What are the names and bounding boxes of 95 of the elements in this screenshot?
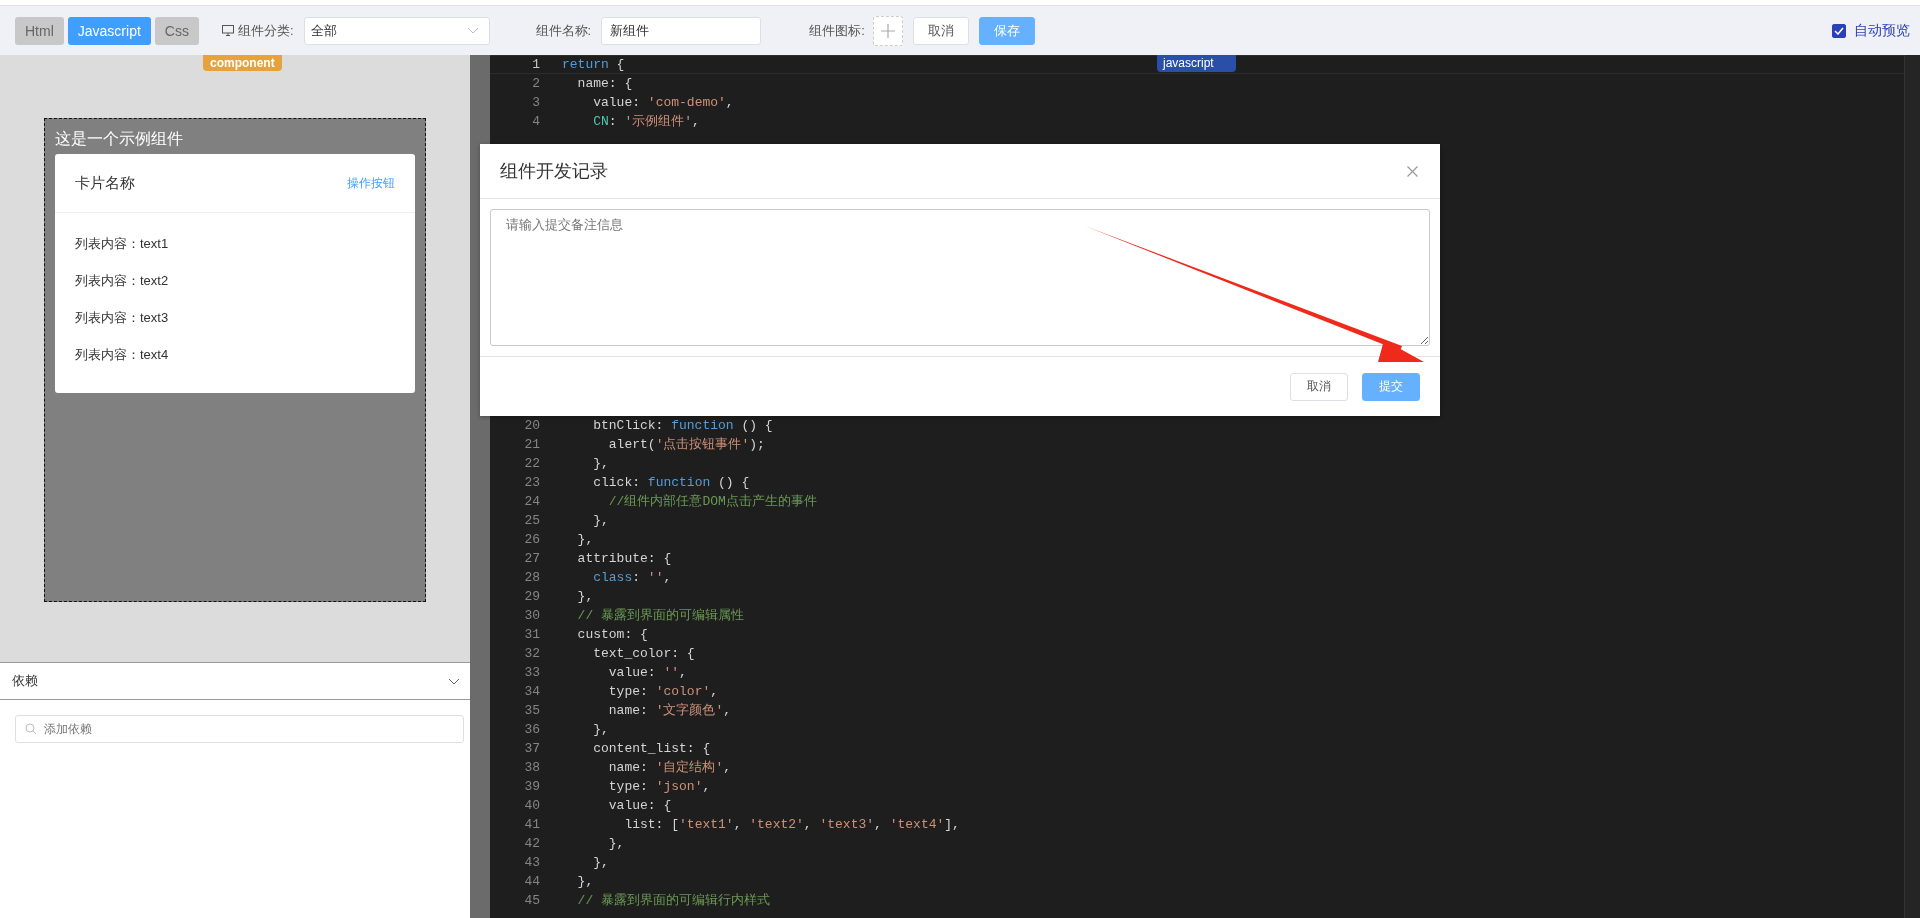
code-line: list: ['text1', 'text2', 'text3', 'text4'],	[623, 816, 960, 834]
line-number: 24	[523, 493, 540, 511]
icon-label: 组件图标:	[809, 21, 865, 40]
code-line: },	[592, 455, 609, 473]
code-line: },	[592, 721, 609, 739]
line-number: 23	[523, 474, 540, 492]
category-select[interactable]: 全部	[303, 16, 490, 45]
code-line: },	[576, 588, 594, 606]
list-item: 列表内容：text2	[75, 272, 170, 290]
code-line: // 暴露到界面的可编辑行内样式	[576, 892, 770, 910]
chevron-down-icon	[448, 677, 460, 685]
scrollbar[interactable]	[1904, 55, 1920, 918]
line-number: 31	[523, 626, 540, 644]
line-number: 33	[523, 664, 540, 682]
dependency-header[interactable]: 依赖	[0, 663, 470, 700]
line-number: 2	[531, 75, 540, 93]
dependency-title: 依赖	[12, 672, 38, 690]
line-number: 38	[523, 759, 540, 777]
code-line: attribute: {	[576, 550, 672, 568]
line-number: 37	[523, 740, 540, 758]
line-number: 40	[523, 797, 540, 815]
code-line: type: 'json',	[607, 778, 711, 796]
line-number: 20	[523, 417, 540, 435]
code-line: value: {	[607, 797, 672, 815]
auto-preview-label: 自动预览	[1854, 21, 1910, 40]
line-number: 35	[523, 702, 540, 720]
line-number: 1	[531, 56, 540, 73]
editor-tab[interactable]: Css	[154, 16, 199, 45]
line-number: 4	[531, 113, 540, 131]
line-number: 39	[523, 778, 540, 796]
line-number: 34	[523, 683, 540, 701]
plus-icon	[880, 23, 895, 38]
line-number: 43	[523, 854, 540, 872]
dependency-search-field[interactable]: 添加依赖	[15, 715, 464, 743]
line-number: 36	[523, 721, 540, 739]
list-item: 列表内容：text4	[75, 346, 170, 364]
category-label: 组件分类:	[237, 21, 294, 40]
code-line: // 暴露到界面的可编辑属性	[576, 607, 744, 625]
toolbar-button[interactable]: 取消	[912, 16, 969, 45]
code-line: class: '',	[592, 569, 672, 587]
toolbar-button[interactable]: 保存	[978, 16, 1035, 45]
editor-tab[interactable]: Javascript	[67, 16, 151, 45]
code-line: custom: {	[576, 626, 648, 644]
code-line: },	[592, 854, 609, 872]
line-number: 29	[523, 588, 540, 606]
line-number: 28	[523, 569, 540, 587]
code-line: btnClick: function () {	[592, 417, 773, 435]
language-tag: javascript	[1157, 55, 1236, 72]
name-label: 组件名称:	[535, 21, 592, 40]
line-number: 25	[523, 512, 540, 530]
line-number: 45	[523, 892, 540, 910]
line-number: 41	[523, 816, 540, 834]
dialog-button[interactable]: 取消	[1290, 372, 1348, 401]
line-number: 42	[523, 835, 540, 853]
code-line: CN: '示例组件',	[592, 113, 700, 131]
chevron-down-icon	[466, 27, 479, 34]
line-number: 26	[523, 531, 540, 549]
component-title: 这是一个示例组件	[55, 129, 184, 149]
line-number: 44	[523, 873, 540, 891]
card-title: 卡片名称	[75, 173, 135, 193]
remark-field[interactable]: 请输入提交备注信息	[490, 209, 1430, 346]
line-number: 27	[523, 550, 540, 568]
checkbox[interactable]	[1832, 23, 1846, 38]
line-number: 30	[523, 607, 540, 625]
code-line: name: '自定结构',	[607, 759, 732, 777]
component-tag: component	[203, 55, 282, 71]
code-line: },	[607, 835, 625, 853]
line-number: 3	[531, 94, 540, 112]
code-line: name: '文字颜色',	[607, 702, 732, 720]
line-number: 21	[523, 436, 540, 454]
code-line: click: function () {	[592, 474, 750, 492]
code-line: content_list: {	[592, 740, 711, 758]
monitor-icon	[221, 25, 234, 36]
line-number: 32	[523, 645, 540, 663]
search-icon	[25, 723, 37, 735]
code-line: },	[576, 531, 594, 549]
code-line: return {	[562, 56, 625, 73]
card-action-link[interactable]: 操作按钮	[347, 174, 395, 192]
list-item: 列表内容：text3	[75, 309, 170, 327]
line-number: 22	[523, 455, 540, 473]
code-line: },	[576, 873, 594, 891]
code-line: //组件内部任意DOM点击产生的事件	[607, 493, 817, 511]
list-item: 列表内容：text1	[75, 235, 170, 253]
dialog-button[interactable]: 提交	[1362, 372, 1420, 401]
code-line: alert('点击按钮事件');	[607, 436, 765, 454]
code-line: },	[592, 512, 609, 530]
editor-tab[interactable]: Html	[15, 16, 64, 45]
code-line: text_color: {	[592, 645, 695, 663]
close-icon[interactable]	[1407, 165, 1418, 177]
code-line: type: 'color',	[607, 683, 719, 701]
code-line: name: {	[576, 75, 633, 93]
dialog-title: 组件开发记录	[500, 160, 608, 183]
name-field[interactable]: 新组件	[601, 16, 762, 45]
code-line: value: 'com-demo',	[592, 94, 734, 112]
code-line: value: '',	[607, 664, 687, 682]
